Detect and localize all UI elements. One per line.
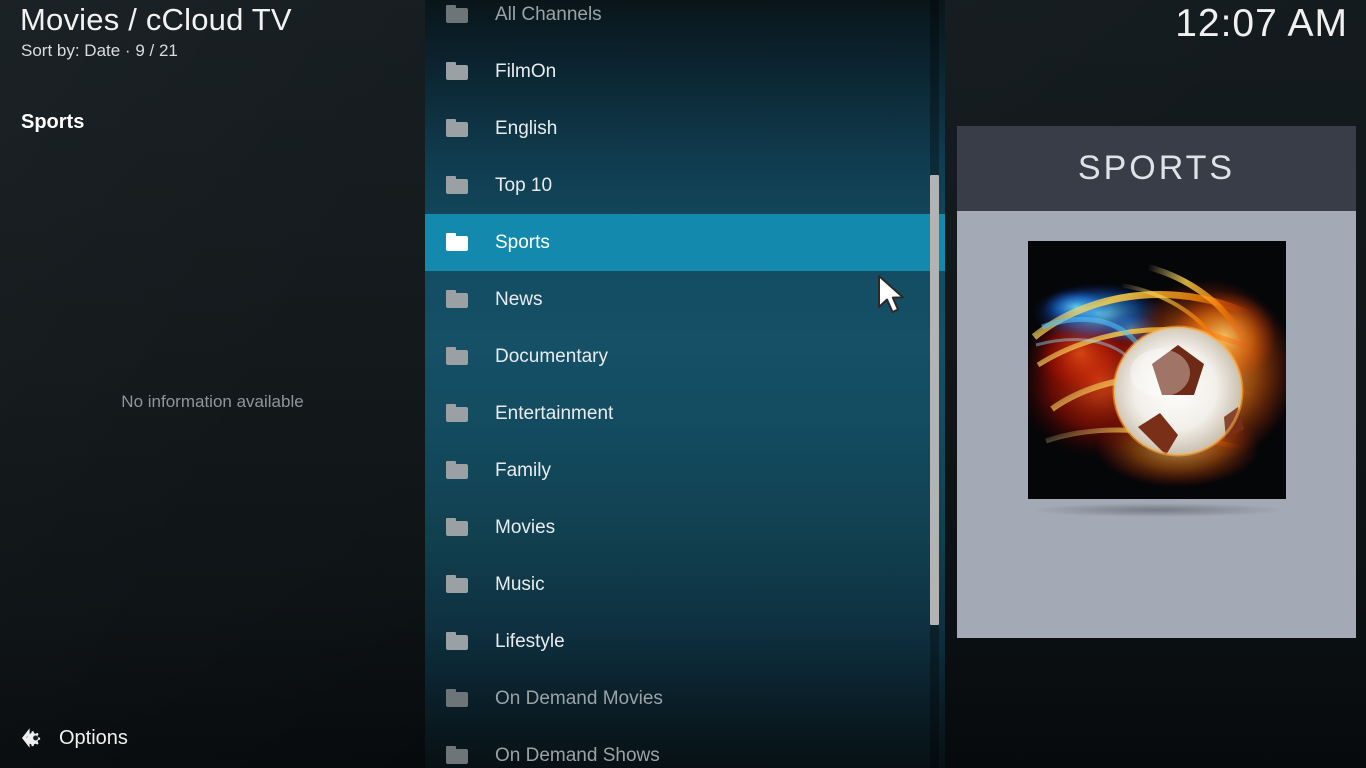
folder-icon <box>446 290 470 309</box>
no-information-text: No information available <box>121 392 304 411</box>
options-gear-icon <box>18 725 44 751</box>
folder-icon <box>446 119 470 138</box>
list-item-label: On Demand Movies <box>495 687 663 709</box>
folder-icon <box>446 233 470 252</box>
list-scrollbar-thumb[interactable] <box>930 175 939 625</box>
list-item-label: Entertainment <box>495 402 614 424</box>
options-label: Options <box>59 726 128 749</box>
list-item-label: Movies <box>495 516 556 538</box>
folder-icon <box>446 746 470 765</box>
mouse-cursor <box>876 274 910 318</box>
list-item[interactable]: On Demand Movies <box>425 670 945 727</box>
list-item-label: English <box>495 117 558 139</box>
folder-icon <box>446 62 470 81</box>
folder-icon <box>446 518 470 537</box>
list-item[interactable]: Lifestyle <box>425 613 945 670</box>
thumbnail-body <box>957 211 1356 638</box>
art-shadow <box>1031 503 1282 517</box>
list-item[interactable]: Documentary <box>425 328 945 385</box>
thumbnail-header: SPORTS <box>957 126 1356 211</box>
list-item-label: FilmOn <box>495 60 557 82</box>
list-item-label: Documentary <box>495 345 608 367</box>
list-item[interactable]: All Channels <box>425 0 945 43</box>
list-item[interactable]: English <box>425 100 945 157</box>
channel-category-list[interactable]: All Channels FilmOn English Top 10 Sports New… <box>425 0 945 768</box>
list-item[interactable]: Top 10 <box>425 157 945 214</box>
sort-info: Sort by: Date · 9 / 21 <box>21 41 178 60</box>
list-item[interactable]: Family <box>425 442 945 499</box>
list-item-label: Top 10 <box>495 174 553 196</box>
list-item[interactable]: FilmOn <box>425 43 945 100</box>
info-column: Movies / cCloud TV Sort by: Date · 9 / 2… <box>0 0 425 768</box>
folder-icon <box>446 689 470 708</box>
list-item[interactable]: Entertainment <box>425 385 945 442</box>
preview-column: 12:07 AM SPORTS <box>945 0 1366 768</box>
folder-icon <box>446 176 470 195</box>
thumbnail-header-text: SPORTS <box>1077 149 1236 187</box>
list-item-label: Lifestyle <box>495 630 565 652</box>
list-item[interactable]: Music <box>425 556 945 613</box>
folder-icon <box>446 404 470 423</box>
list-items-container: All Channels FilmOn English Top 10 Sports New… <box>425 0 945 768</box>
list-item-label: Music <box>495 573 545 595</box>
folder-icon <box>446 632 470 651</box>
list-item[interactable]: On Demand Shows <box>425 727 945 768</box>
list-item-label: News <box>495 288 543 310</box>
folder-icon <box>446 575 470 594</box>
page-title: Movies / cCloud TV <box>20 2 292 37</box>
list-item[interactable]: Sports <box>425 214 945 271</box>
folder-icon <box>446 347 470 366</box>
list-item-label: All Channels <box>495 3 602 25</box>
list-item[interactable]: News <box>425 271 945 328</box>
selected-item-title: Sports <box>21 111 85 133</box>
list-item-label: Sports <box>495 231 550 253</box>
flaming-soccer-ball-image <box>1027 241 1286 499</box>
folder-icon <box>446 461 470 480</box>
clock: 12:07 AM <box>1175 2 1348 45</box>
list-item-label: Family <box>495 459 551 481</box>
options-button[interactable]: Options <box>10 718 136 758</box>
folder-icon <box>446 5 470 24</box>
list-item-label: On Demand Shows <box>495 744 660 766</box>
thumbnail-card: SPORTS <box>957 126 1356 638</box>
list-item[interactable]: Movies <box>425 499 945 556</box>
